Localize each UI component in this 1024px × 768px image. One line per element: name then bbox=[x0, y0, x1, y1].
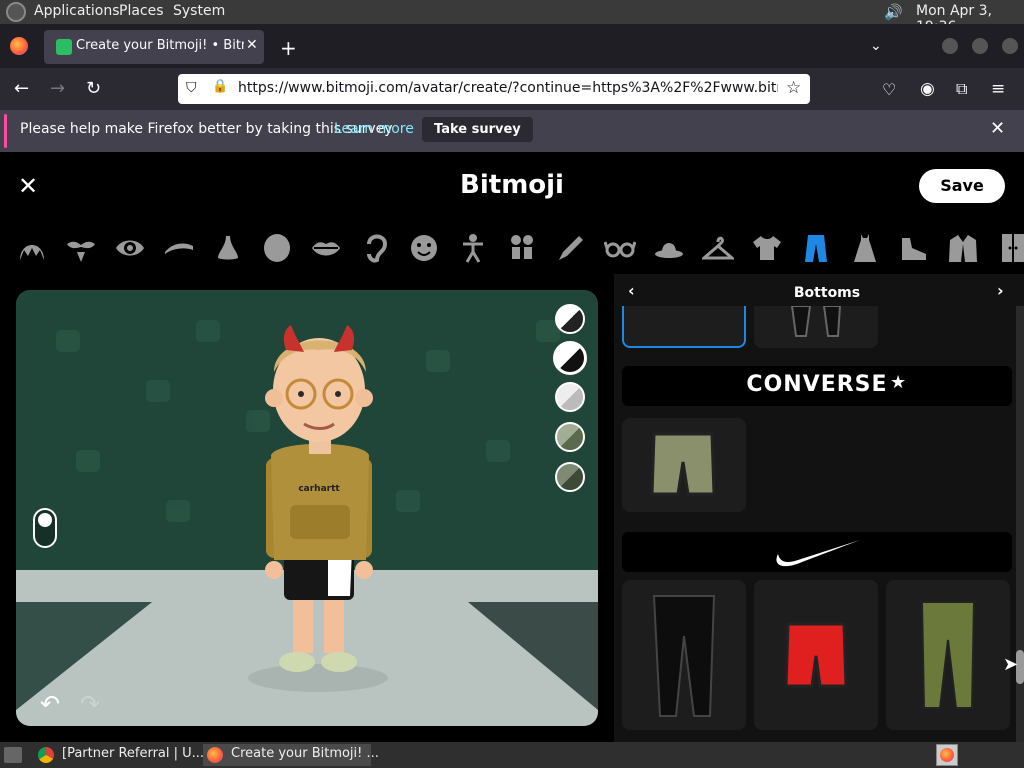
facial-hair-icon[interactable] bbox=[65, 232, 97, 264]
extensions-icon[interactable]: ⧉ bbox=[956, 79, 967, 99]
take-survey-button[interactable]: Take survey bbox=[422, 117, 533, 142]
panel-title: Bottoms bbox=[793, 285, 861, 301]
taskbar-item-partner-referral[interactable]: [Partner Referral | U... bbox=[34, 744, 204, 766]
view-toggle[interactable] bbox=[33, 508, 57, 548]
olive-joggers-thumbnail bbox=[920, 601, 976, 709]
window-close-icon[interactable] bbox=[1002, 38, 1018, 54]
nike-swoosh-icon bbox=[776, 540, 860, 567]
system-top-bar: Applications Places System 🔊 Mon Apr 3, … bbox=[0, 0, 1024, 35]
background-swatch-3[interactable] bbox=[555, 382, 585, 412]
tab-bitmoji[interactable]: Create your Bitmoji! • Bitmoji ✕ bbox=[44, 30, 264, 64]
workspace-switcher[interactable] bbox=[936, 744, 958, 766]
next-category-icon[interactable]: › bbox=[997, 281, 1004, 300]
converse-star-icon: ★ bbox=[890, 372, 907, 393]
converse-brand-header: CONVERSE ★ bbox=[622, 366, 1012, 406]
hamburger-menu-icon[interactable]: ≡ bbox=[991, 79, 1005, 99]
volume-icon[interactable]: 🔊 bbox=[884, 3, 903, 21]
face-shape-icon[interactable] bbox=[261, 232, 293, 264]
applications-menu[interactable]: Applications bbox=[34, 3, 120, 19]
mouse-cursor-icon: ➤ bbox=[1003, 654, 1019, 675]
hat-icon[interactable] bbox=[653, 232, 685, 264]
shoe-icon[interactable] bbox=[898, 232, 930, 264]
jacket-icon[interactable] bbox=[947, 232, 979, 264]
app-title: Bitmoji bbox=[460, 170, 564, 200]
olive-shorts-thumbnail bbox=[650, 432, 716, 496]
pants-icon[interactable] bbox=[800, 232, 832, 264]
pencil-icon[interactable] bbox=[555, 232, 587, 264]
converse-logo-text: CONVERSE bbox=[746, 372, 888, 397]
new-tab-icon[interactable]: + bbox=[280, 36, 297, 60]
avatar-preview: carhartt ↶ ↷ bbox=[16, 290, 598, 726]
gnome-foot-icon[interactable] bbox=[6, 2, 26, 22]
reload-icon[interactable]: ↻ bbox=[86, 78, 101, 99]
body-icon[interactable] bbox=[457, 232, 489, 264]
taskbar-item-bitmoji[interactable]: Create your Bitmoji! ... bbox=[203, 744, 379, 766]
firefox-icon bbox=[207, 747, 223, 763]
dress-icon[interactable] bbox=[849, 232, 881, 264]
survey-notification: Please help make Firefox better by takin… bbox=[0, 110, 1024, 152]
background-swatch-2[interactable] bbox=[553, 341, 587, 375]
show-desktop-icon[interactable] bbox=[4, 747, 22, 763]
close-tab-icon[interactable]: ✕ bbox=[246, 37, 258, 53]
background-swatch-1[interactable] bbox=[555, 304, 585, 334]
bottoms-option-converse-shorts[interactable] bbox=[622, 418, 746, 512]
face-details-icon[interactable] bbox=[408, 232, 440, 264]
couple-icon[interactable] bbox=[506, 232, 538, 264]
leggings-thumbnail bbox=[790, 306, 842, 337]
red-shorts-thumbnail bbox=[784, 622, 848, 688]
system-menu[interactable]: System bbox=[173, 3, 225, 19]
window-minimize-icon[interactable] bbox=[942, 38, 958, 54]
taskbar: [Partner Referral | U... Create your Bit… bbox=[0, 742, 1024, 768]
bottoms-option-none[interactable] bbox=[622, 306, 746, 348]
ear-icon[interactable] bbox=[359, 232, 391, 264]
app-header: ✕ Bitmoji Save bbox=[0, 152, 1024, 222]
nose-icon[interactable] bbox=[212, 232, 244, 264]
taskbar-item-label: [Partner Referral | U... bbox=[62, 746, 205, 761]
back-arrow-icon[interactable]: ← bbox=[14, 78, 29, 99]
forward-arrow-icon[interactable]: → bbox=[50, 78, 65, 99]
bottoms-option-leggings[interactable] bbox=[754, 306, 878, 348]
places-menu[interactable]: Places bbox=[119, 3, 164, 19]
glasses-icon[interactable] bbox=[604, 232, 636, 264]
account-icon[interactable]: ◉ bbox=[920, 79, 935, 99]
url-text[interactable]: https://www.bitmoji.com/avatar/create/?c… bbox=[238, 80, 778, 96]
list-tabs-icon[interactable]: ⌄ bbox=[870, 38, 882, 54]
taskbar-item-label: Create your Bitmoji! ... bbox=[231, 746, 379, 761]
bottoms-option-nike-shorts-red[interactable] bbox=[754, 580, 878, 730]
wardrobe-icon[interactable] bbox=[996, 232, 1024, 264]
lips-icon[interactable] bbox=[310, 232, 342, 264]
save-button[interactable]: Save bbox=[919, 169, 1005, 203]
bitmoji-favicon-icon bbox=[56, 39, 72, 55]
hair-icon[interactable] bbox=[16, 232, 48, 264]
hoodie-logo-text: carhartt bbox=[298, 484, 340, 494]
firefox-menu-icon[interactable] bbox=[10, 37, 28, 55]
avatar-scene: carhartt bbox=[16, 290, 598, 726]
background-swatch-5[interactable] bbox=[555, 462, 585, 492]
bottoms-option-nike-joggers-olive[interactable] bbox=[886, 580, 1010, 730]
background-swatch-4[interactable] bbox=[555, 422, 585, 452]
lock-icon[interactable]: 🔒 bbox=[212, 79, 228, 94]
tshirt-icon[interactable] bbox=[751, 232, 783, 264]
redo-icon[interactable]: ↷ bbox=[80, 690, 100, 718]
view-toggle-knob bbox=[38, 513, 52, 527]
undo-icon[interactable]: ↶ bbox=[40, 690, 60, 718]
bookmark-star-icon[interactable]: ☆ bbox=[786, 78, 801, 98]
hanger-icon[interactable] bbox=[702, 232, 734, 264]
notice-accent bbox=[4, 114, 7, 148]
url-bar[interactable]: ⛉ 🔒 https://www.bitmoji.com/avatar/creat… bbox=[178, 74, 810, 104]
window-maximize-icon[interactable] bbox=[972, 38, 988, 54]
black-joggers-thumbnail bbox=[652, 595, 716, 717]
workspace-firefox-icon bbox=[940, 748, 954, 762]
close-notice-icon[interactable]: ✕ bbox=[990, 118, 1005, 139]
shield-icon[interactable]: ⛉ bbox=[186, 80, 197, 96]
learn-more-link[interactable]: Learn more bbox=[334, 121, 414, 137]
tab-title: Create your Bitmoji! • Bitmoji bbox=[76, 38, 244, 53]
eye-icon[interactable] bbox=[114, 232, 146, 264]
bottoms-option-nike-joggers-black[interactable] bbox=[622, 580, 746, 730]
eyebrow-icon[interactable] bbox=[163, 232, 195, 264]
chrome-icon bbox=[38, 747, 54, 763]
nike-brand-header bbox=[622, 532, 1012, 572]
pocket-icon[interactable]: ♡ bbox=[882, 80, 896, 99]
